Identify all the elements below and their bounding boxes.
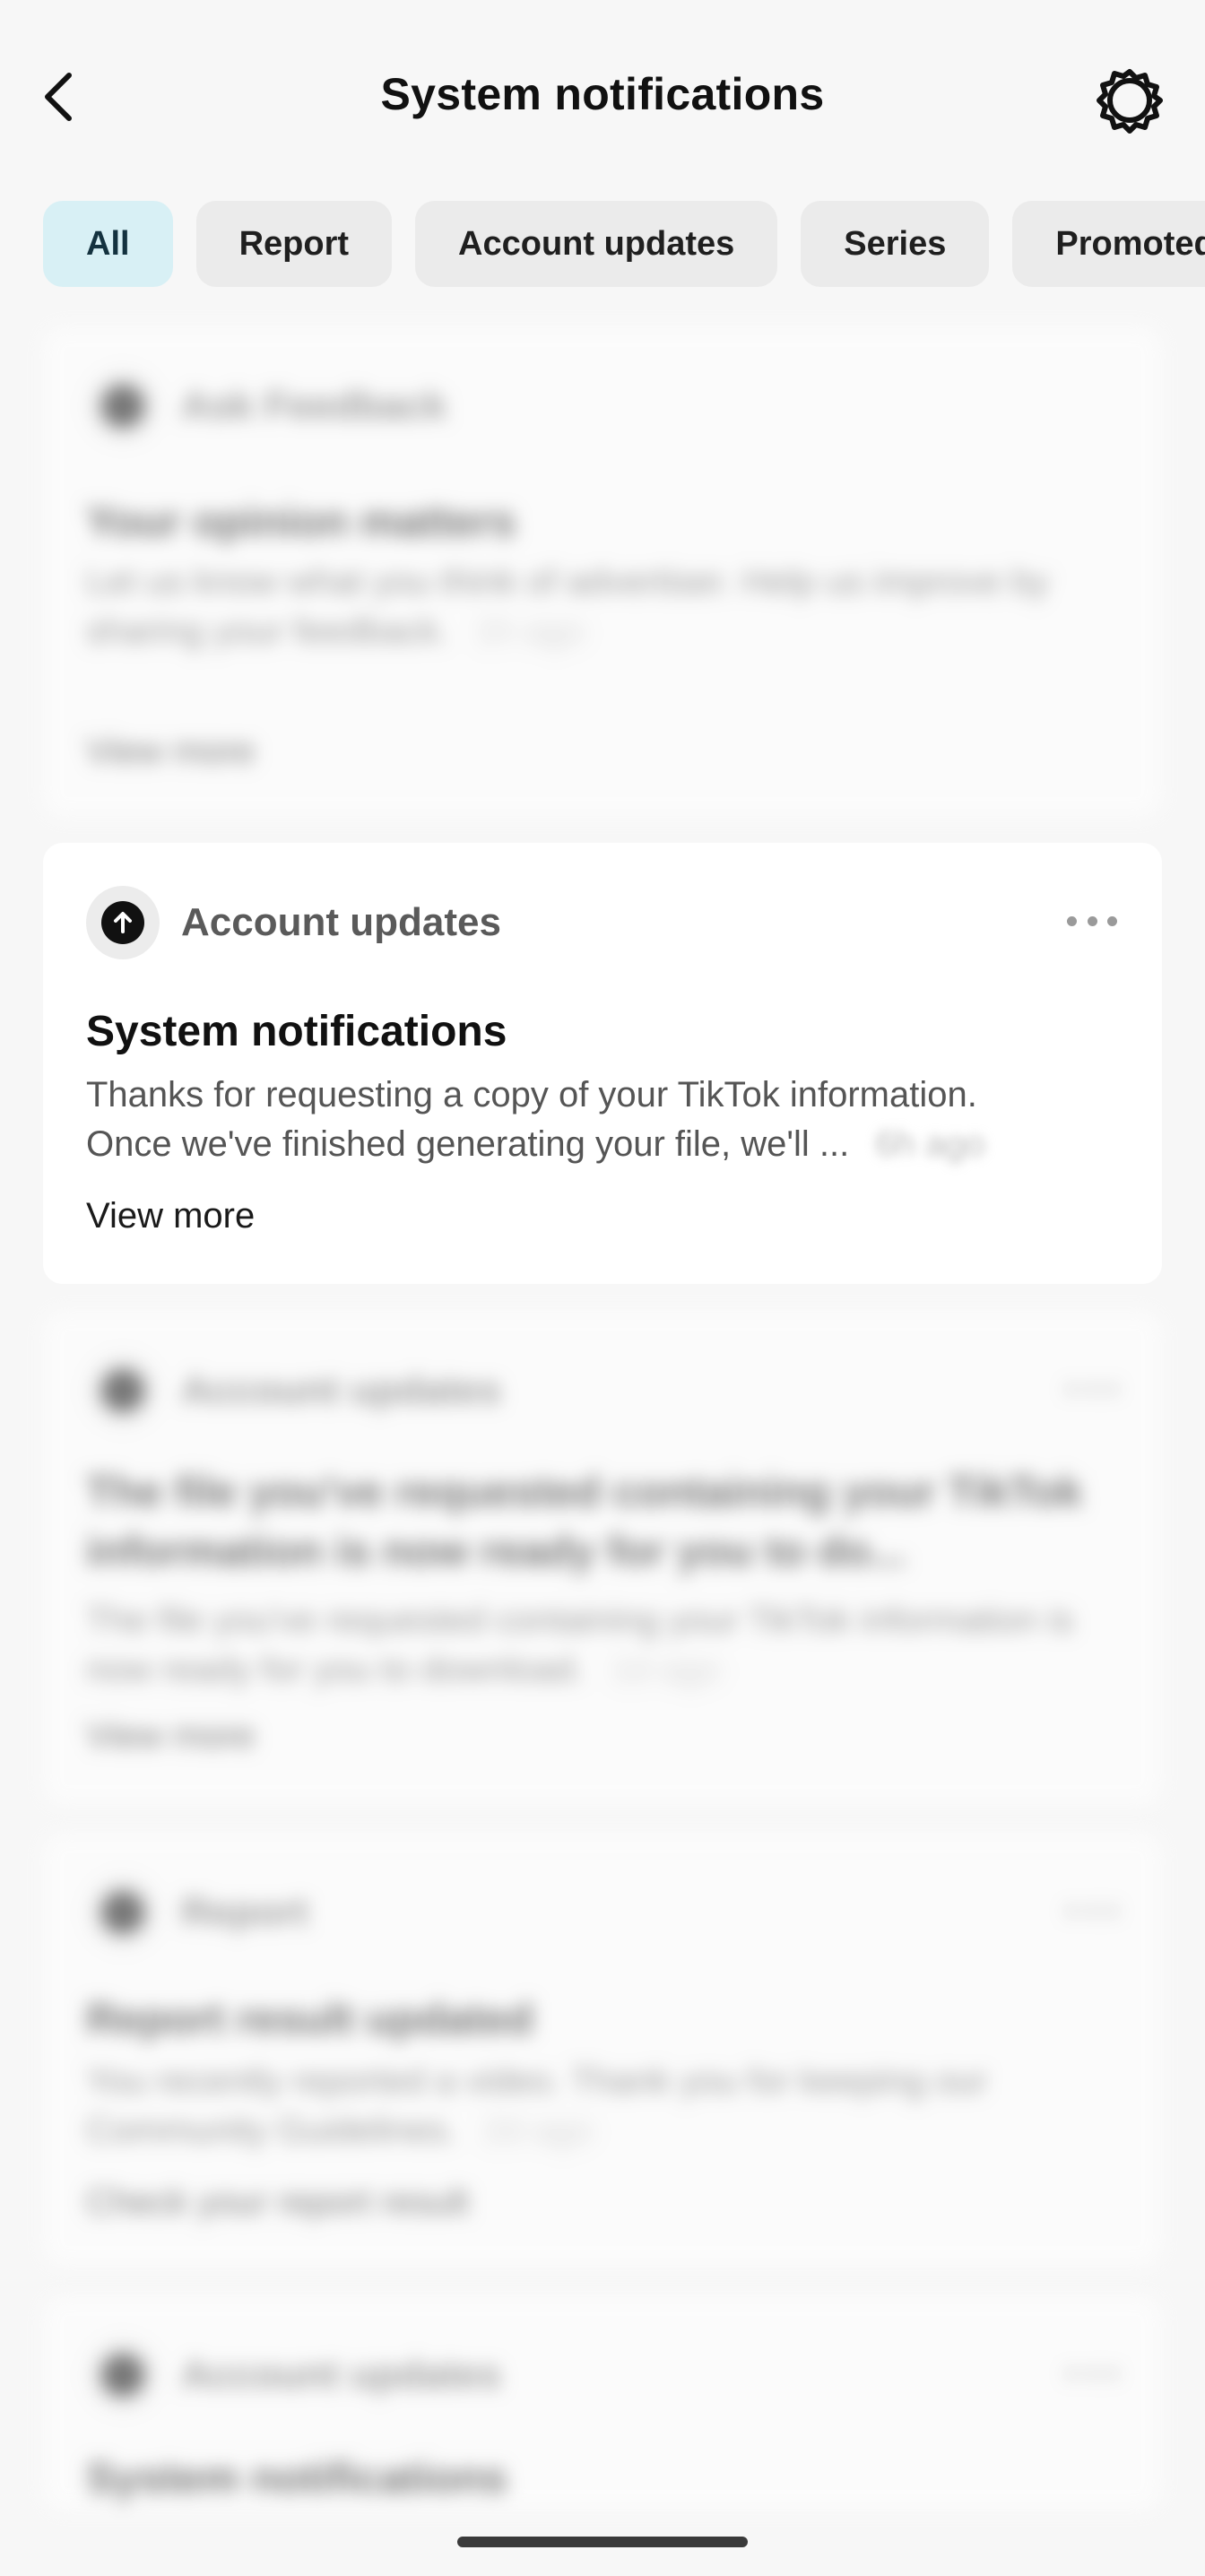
category-icon <box>86 886 160 959</box>
filter-chip-promoted[interactable]: Promoted <box>1012 201 1205 287</box>
view-more-link[interactable]: View more <box>86 1196 255 1236</box>
page-title: System notifications <box>380 69 825 119</box>
category-label: Account updates <box>181 1368 501 1412</box>
filter-tabs: All Report Account updates Series Promoted <box>43 201 1205 287</box>
notification-body: Let us know what you think of advertiser… <box>86 558 1108 656</box>
filter-chip-report[interactable]: Report <box>195 201 393 287</box>
card-header: Account updates <box>86 1354 501 1427</box>
gear-icon <box>1097 69 1163 134</box>
arrow-up-icon <box>114 912 132 933</box>
notification-card[interactable]: Ask Feedback Your opinion matters Let us… <box>43 326 1162 818</box>
home-indicator <box>457 2537 748 2547</box>
category-label: Report <box>181 1890 308 1934</box>
notification-time: 1h ago <box>474 611 585 651</box>
notification-card[interactable]: Account updates The file you've requeste… <box>43 1311 1162 1806</box>
more-options-button[interactable] <box>1067 1375 1117 1402</box>
view-more-link[interactable]: View more <box>86 1716 255 1756</box>
filter-chip-all[interactable]: All <box>43 201 173 287</box>
card-header: Report <box>86 1876 308 1949</box>
notification-card[interactable]: Account updates System notifications <box>43 2295 1162 2511</box>
card-header: Account updates <box>86 886 501 959</box>
report-result-link[interactable]: Check your report result <box>86 2182 469 2223</box>
notification-title: Your opinion matters <box>86 499 516 546</box>
category-icon <box>86 1876 160 1949</box>
top-bar: System notifications <box>0 0 1205 197</box>
notification-body: You recently reported a video. Thank you… <box>86 2057 1108 2155</box>
category-label: Account updates <box>181 900 501 944</box>
more-options-button[interactable] <box>1067 1897 1117 1924</box>
notification-card[interactable]: Account updates System notifications Tha… <box>43 843 1162 1284</box>
notification-time: 1d ago <box>611 1650 721 1689</box>
notification-title: System notifications <box>86 2455 507 2502</box>
notification-time: 6h ago <box>875 1124 985 1164</box>
notification-body: The file you've requested containing you… <box>86 1596 1108 1695</box>
settings-button[interactable] <box>1092 63 1167 138</box>
category-icon <box>86 2338 160 2412</box>
view-more-link[interactable]: View more <box>86 732 255 772</box>
category-icon <box>86 369 160 443</box>
notification-title: System notifications <box>86 1008 507 1055</box>
category-label: Ask Feedback <box>181 384 446 428</box>
notification-time: 2d ago <box>482 2111 593 2150</box>
category-label: Account updates <box>181 2353 501 2397</box>
notification-title: Report result updated <box>86 1996 533 2043</box>
filter-chip-series[interactable]: Series <box>801 201 990 287</box>
more-options-button[interactable] <box>1067 907 1117 934</box>
card-header: Account updates <box>86 2338 501 2412</box>
more-options-button[interactable] <box>1067 2360 1117 2387</box>
card-header: Ask Feedback <box>86 369 446 443</box>
filter-chip-account-updates[interactable]: Account updates <box>415 201 778 287</box>
notification-title: The file you've requested containing you… <box>86 1469 1083 1575</box>
notification-body: Thanks for requesting a copy of your Tik… <box>86 1071 1108 1169</box>
category-icon <box>86 1354 160 1427</box>
notification-card[interactable]: Report Report result updated You recentl… <box>43 1833 1162 2267</box>
